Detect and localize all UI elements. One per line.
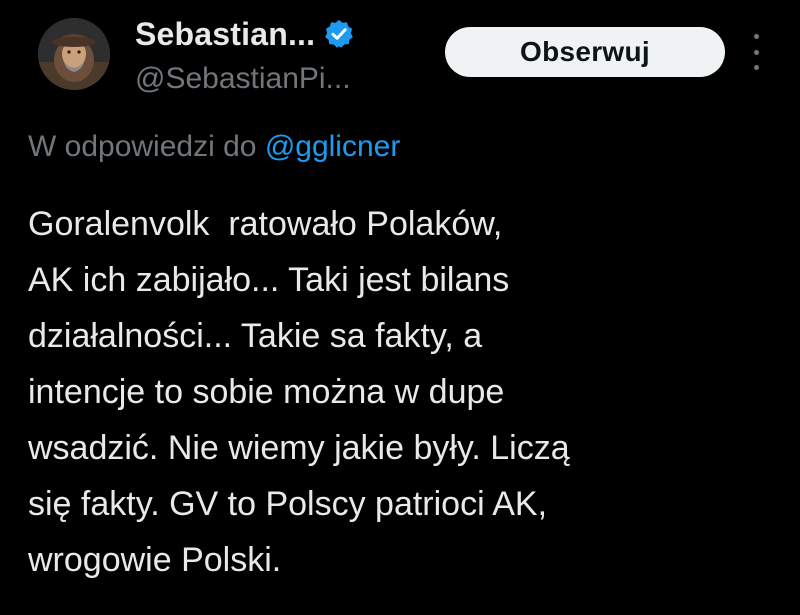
avatar-image: [38, 18, 110, 90]
author-name-row: Sebastian...: [135, 14, 355, 54]
follow-button[interactable]: Obserwuj: [445, 27, 725, 77]
tweet-text-line: Goralenvolk ratowało Polaków,: [28, 205, 503, 243]
author-handle[interactable]: @SebastianPi...: [135, 62, 351, 96]
tweet-text-line: AK ich zabijało... Taki jest bilans: [28, 261, 510, 299]
tweet-text: Goralenvolk ratowało Polaków, AK ich zab…: [28, 196, 788, 588]
more-dot: [753, 65, 759, 70]
tweet-text-line: działalności... Takie sa fakty, a: [28, 317, 483, 355]
tweet-text-line: wrogowie Polski.: [28, 541, 282, 579]
display-name[interactable]: Sebastian...: [135, 16, 315, 53]
reply-mention-link[interactable]: @gglicner: [265, 130, 401, 163]
reply-context: W odpowiedzi do @gglicner: [28, 130, 400, 164]
tweet-card: Sebastian... @SebastianPi... Obserwuj W …: [0, 0, 800, 615]
tweet-text-line: się fakty. GV to Polscy patrioci AK,: [28, 485, 548, 523]
tweet-text-line: wsadzić. Nie wiemy jakie były. Liczą: [28, 429, 570, 467]
tweet-text-line: intencje to sobie można w dupe: [28, 373, 505, 411]
more-options-icon[interactable]: [748, 34, 764, 70]
verified-badge-icon: [323, 18, 355, 50]
more-dot: [753, 34, 759, 39]
avatar[interactable]: [38, 18, 110, 90]
more-dot: [753, 49, 759, 55]
reply-prefix: W odpowiedzi do: [28, 130, 257, 163]
